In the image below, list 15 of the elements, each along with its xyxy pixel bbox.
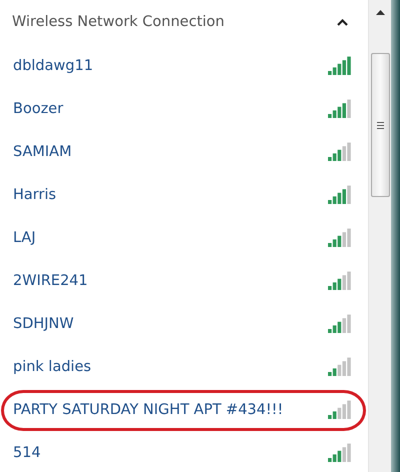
network-name[interactable]: 2WIRE241 xyxy=(13,272,88,288)
section-title: Wireless Network Connection xyxy=(12,14,224,30)
network-name[interactable]: SAMIAM xyxy=(13,144,72,160)
network-name[interactable]: PARTY SATURDAY NIGHT APT #434!!! xyxy=(13,402,284,418)
network-name[interactable]: Boozer xyxy=(13,100,64,116)
network-name[interactable]: LAJ xyxy=(13,230,36,246)
scrollbar-thumb[interactable] xyxy=(370,53,390,197)
collapse-icon[interactable] xyxy=(337,18,348,26)
network-name[interactable]: SDHJNW xyxy=(13,316,74,332)
network-name[interactable]: 514 xyxy=(13,444,41,460)
scroll-up-icon[interactable] xyxy=(376,10,384,15)
network-name[interactable]: dbldawg11 xyxy=(13,58,94,74)
scrollbar[interactable] xyxy=(368,0,391,472)
network-name[interactable]: Harris xyxy=(13,186,56,202)
network-name[interactable]: pink ladies xyxy=(13,358,92,374)
